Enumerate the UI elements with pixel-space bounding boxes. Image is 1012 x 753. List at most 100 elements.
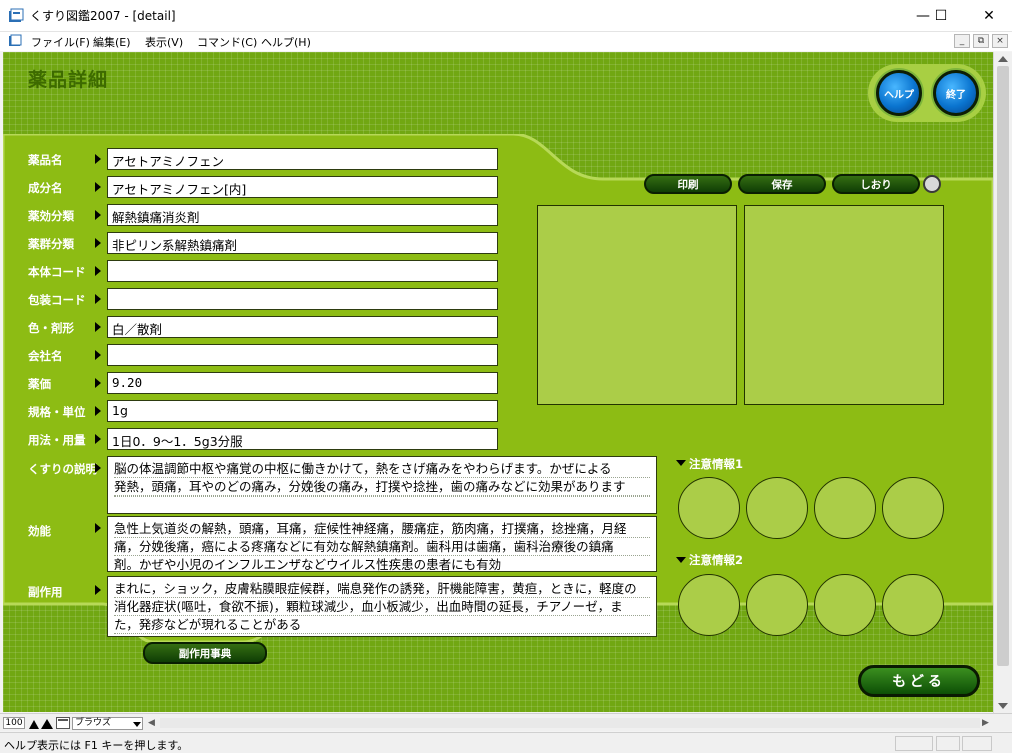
menu-help[interactable]: ヘルプ(H): [261, 34, 311, 50]
efficacy-text[interactable]: 急性上気道炎の解熱，頭痛，耳痛，症候性神経痛，腰痛症，筋肉痛，打撲痛，捻挫痛，月…: [107, 516, 657, 572]
mdi-restore-button[interactable]: ⧉: [973, 34, 989, 48]
efficacy-class-field[interactable]: 解熱鎮痛消炎剤: [107, 204, 498, 226]
menu-file[interactable]: ファイル(F): [31, 34, 90, 50]
caution-1-slot[interactable]: [814, 477, 876, 539]
company-field[interactable]: [107, 344, 498, 366]
caution-2-slot[interactable]: [678, 574, 740, 636]
maximize-button[interactable]: ☐: [918, 0, 964, 32]
dropdown-icon[interactable]: [133, 722, 141, 727]
menu-view[interactable]: 表示(V): [145, 34, 183, 50]
drug-name-field[interactable]: アセトアミノフェン: [107, 148, 498, 170]
help-button[interactable]: ヘルプ: [876, 70, 922, 116]
status-panel: [895, 736, 933, 751]
scroll-up-icon[interactable]: [998, 56, 1008, 62]
detail-view: 薬品詳細 ヘルプ 終了 薬品名 アセトアミノフェン 成分名 アセトアミノフェン[…: [3, 52, 993, 712]
arrow-icon: [95, 154, 101, 164]
layout-icon[interactable]: [56, 717, 70, 729]
back-button[interactable]: もどる: [858, 665, 980, 697]
field-label-efficacy-class: 薬効分類: [28, 209, 74, 223]
zoom-icon[interactable]: [28, 716, 54, 730]
caution-1-slot[interactable]: [746, 477, 808, 539]
zoom-level[interactable]: 100: [3, 717, 25, 729]
arrow-icon: [95, 350, 101, 360]
field-label-dosage: 用法・用量: [28, 433, 86, 447]
color-form-field[interactable]: 白／散剤: [107, 316, 498, 338]
exit-button[interactable]: 終了: [933, 70, 979, 116]
caution-info-2-heading: 注意情報2: [689, 553, 744, 567]
field-label-ingredient: 成分名: [28, 181, 63, 195]
description-line: 発熱，頭痛，耳やのどの痛み，分娩後の痛み，打撲や捻挫，歯の痛みなどに効果がありま…: [114, 478, 650, 496]
caution-1-slot[interactable]: [882, 477, 944, 539]
page-title: 薬品詳細: [28, 69, 109, 91]
save-button[interactable]: 保存: [738, 174, 826, 194]
efficacy-line: 急性上気道炎の解熱，頭痛，耳痛，症候性神経痛，腰痛症，筋肉痛，打撲痛，捻挫痛，月…: [114, 520, 650, 538]
efficacy-line: 剤。かぜや小児のインフルエンザなどウイルス性疾患の患者にも有効: [114, 556, 650, 571]
window-title: くすり図鑑2007 - [detail]: [30, 9, 176, 23]
menu-command[interactable]: コマンド(C): [197, 34, 257, 50]
scroll-thumb[interactable]: [997, 66, 1009, 666]
side-effects-line: た，発疹などが現れることがある: [114, 616, 650, 634]
side-effects-line: 消化器症状(嘔吐，食欲不振)，顆粒球減少，血小板減少，出血時間の延長，チアノーゼ…: [114, 598, 650, 616]
caution-1-slot[interactable]: [678, 477, 740, 539]
price-field[interactable]: 9.20: [107, 372, 498, 394]
title-bar: くすり図鑑2007 - [detail] — ☐ ✕: [0, 0, 1012, 32]
side-effect-dictionary-button[interactable]: 副作用事典: [143, 642, 267, 664]
caution-2-slot[interactable]: [814, 574, 876, 636]
dosage-field[interactable]: 1日0．9～1．5g3分服: [107, 428, 498, 450]
side-effects-line: まれに，ショック，皮膚粘膜眼症候群，喘息発作の誘発，肝機能障害，黄疸，ときに，軽…: [114, 580, 650, 598]
print-button[interactable]: 印刷: [644, 174, 732, 194]
field-label-side-effects: 副作用: [28, 585, 63, 599]
arrow-icon: [95, 378, 101, 388]
menu-edit[interactable]: 編集(E): [93, 34, 131, 50]
field-label-drug-name: 薬品名: [28, 153, 63, 167]
arrow-icon: [95, 463, 101, 473]
mdi-minimize-button[interactable]: _: [954, 34, 970, 48]
field-label-unit: 規格・単位: [28, 405, 86, 419]
drug-group-field[interactable]: 非ピリン系解熱鎮痛剤: [107, 232, 498, 254]
field-label-drug-group: 薬群分類: [28, 237, 74, 251]
caution-2-slot[interactable]: [746, 574, 808, 636]
bookmark-button[interactable]: しおり: [832, 174, 920, 194]
arrow-icon: [95, 523, 101, 533]
arrow-icon: [95, 238, 101, 248]
unit-field[interactable]: 1g: [107, 400, 498, 422]
vertical-scrollbar[interactable]: [993, 52, 1012, 713]
arrow-icon: [95, 406, 101, 416]
field-label-efficacy: 効能: [28, 524, 51, 538]
ingredient-field[interactable]: アセトアミノフェン[内]: [107, 176, 498, 198]
description-text[interactable]: 脳の体温調節中枢や痛覚の中枢に働きかけて，熱をさげ痛みをやわらげます。かぜによる…: [107, 456, 657, 514]
caution-info-1-heading: 注意情報1: [689, 457, 744, 471]
scroll-right-icon[interactable]: ▶: [982, 718, 989, 728]
side-effects-text[interactable]: まれに，ショック，皮膚粘膜眼症候群，喘息発作の誘発，肝機能障害，黄疸，ときに，軽…: [107, 576, 657, 637]
drug-image-left: [537, 205, 737, 405]
status-bar: ヘルプ表示には F1 キーを押します。: [0, 732, 1012, 753]
scroll-left-icon[interactable]: ◀: [148, 718, 155, 728]
description-line: [114, 496, 650, 497]
layout-toolbar: 100 ブラウズ ◀ ▶: [0, 713, 1012, 731]
status-text: ヘルプ表示には F1 キーを押します。: [4, 739, 189, 752]
application-window: くすり図鑑2007 - [detail] — ☐ ✕ ファイル(F) 編集(E)…: [0, 0, 1012, 753]
scroll-down-icon[interactable]: [998, 703, 1008, 709]
caution-2-slot[interactable]: [882, 574, 944, 636]
body-code-field[interactable]: [107, 260, 498, 282]
efficacy-line: 痛，分娩後痛，癌による疼痛などに有効な解熱鎮痛剤。歯科用は歯痛，歯科治療後の鎮痛: [114, 538, 650, 556]
status-panel: [962, 736, 992, 751]
arrow-icon: [95, 294, 101, 304]
arrow-icon: [95, 585, 101, 595]
package-code-field[interactable]: [107, 288, 498, 310]
document-icon: [9, 34, 22, 46]
pin-icon[interactable]: [923, 175, 941, 193]
field-label-package-code: 包装コード: [28, 293, 86, 307]
arrow-icon: [95, 182, 101, 192]
mdi-close-button[interactable]: ×: [992, 34, 1008, 48]
arrow-icon: [95, 266, 101, 276]
menu-bar: ファイル(F) 編集(E) 表示(V) コマンド(C) ヘルプ(H): [0, 32, 1012, 51]
expand-icon: [676, 460, 686, 466]
field-label-price: 薬価: [28, 377, 51, 391]
arrow-icon: [95, 210, 101, 220]
description-line: 脳の体温調節中枢や痛覚の中枢に働きかけて，熱をさげ痛みをやわらげます。かぜによる: [114, 460, 650, 478]
close-button[interactable]: ✕: [966, 0, 1012, 32]
field-label-company: 会社名: [28, 349, 63, 363]
expand-icon: [676, 557, 686, 563]
horizontal-scrollbar[interactable]: [160, 718, 980, 728]
